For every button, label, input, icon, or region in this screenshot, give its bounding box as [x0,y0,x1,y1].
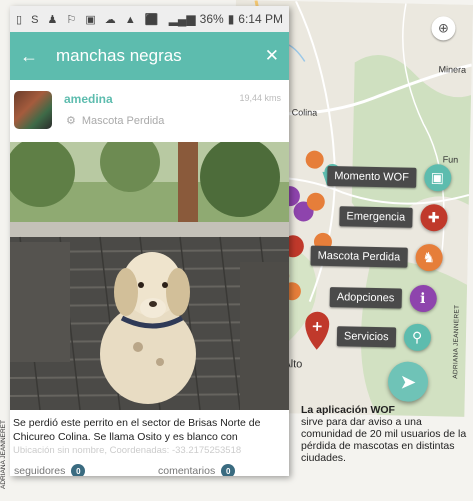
post-footer: seguidores 0 comentarios 0 [10,464,289,476]
menu-item-emergencia[interactable]: Emergencia ✚ [339,202,448,232]
category-label: Mascota Perdida [81,114,165,127]
menu-item-mascota-perdida[interactable]: Mascota Perdida ♞ [310,242,443,272]
post-photo[interactable] [10,142,289,410]
plus-icon[interactable]: ✚ [419,203,448,232]
post-distance: 19,44 kms [239,93,281,103]
menu-label: Emergencia [339,205,413,228]
article-lead: La aplicación WOF [301,404,395,416]
search-bar: ← manchas negras ✕ [10,32,289,80]
followers-button[interactable]: seguidores 0 [14,464,86,476]
post-screen: ▯ S ♟ ⚐ ▣ ☁ ▲ ⬛ ▂▄▆ 36% ▮ 6:14 PM ← manc… [10,6,289,476]
battery-icon: ▮ [227,12,235,26]
map-label-minera: Minera [438,64,467,75]
menu-label: Momento WOF [327,165,417,188]
followers-count: 0 [71,464,86,476]
dog-photo-illustration [10,142,289,410]
status-bar: ▯ S ♟ ⚐ ▣ ☁ ▲ ⬛ ▂▄▆ 36% ▮ 6:14 PM [10,6,289,32]
dog-icon[interactable]: ♞ [414,243,443,272]
post-category: ⚙ Mascota Perdida [66,114,165,128]
menu-item-adopciones[interactable]: Adopciones ℹ [329,283,437,313]
article-caption: La aplicación WOF sirve para dar aviso a… [301,404,471,464]
photo-credit-left: ADRIANA JEANNERET [0,420,7,489]
menu-label: Adopciones [329,286,402,309]
post-location: Ubicación sin nombre, Coordenadas: -33.2… [13,445,242,456]
svg-text:+: + [311,319,323,335]
menu-label: Servicios [336,325,396,347]
battery-level: 36% [199,12,224,26]
back-arrow-icon[interactable]: ← [20,46,46,67]
pin-icon[interactable]: ⚲ [403,323,431,352]
menu-item-momento[interactable]: Momento WOF ▣ [327,162,452,192]
category-icon: ⚙ [66,115,76,127]
avatar[interactable] [14,91,52,129]
notification-icons: ▯ S ♟ ⚐ ▣ ☁ ▲ ⬛ [16,13,162,26]
close-icon[interactable]: ✕ [259,46,279,66]
map-label-fun: Fun [442,154,459,165]
crosshair-icon: ⊕ [437,20,450,36]
comments-button[interactable]: comentarios 0 [158,464,236,476]
navigation-arrow-icon: ➤ [399,371,417,394]
signal-icon: ▂▄▆ [168,12,196,26]
menu-item-servicios[interactable]: Servicios ⚲ [336,322,431,352]
comments-count: 0 [221,464,236,476]
camera-icon[interactable]: ▣ [423,163,452,192]
post-caption: Se perdió este perrito en el sector de B… [13,417,261,443]
map-label-colina: Colina [291,107,318,118]
info-icon[interactable]: ℹ [409,284,437,313]
comments-label: comentarios [158,464,216,476]
article-body: sirve para dar aviso a una comunidad de … [301,416,467,464]
menu-label: Mascota Perdida [310,245,408,268]
post-header[interactable]: amedina 19,44 kms ⚙ Mascota Perdida [10,80,289,140]
followers-label: seguidores [14,464,66,476]
search-input[interactable]: manchas negras [46,46,259,66]
clock: 6:14 PM [238,12,283,26]
post-username[interactable]: amedina [64,92,113,106]
